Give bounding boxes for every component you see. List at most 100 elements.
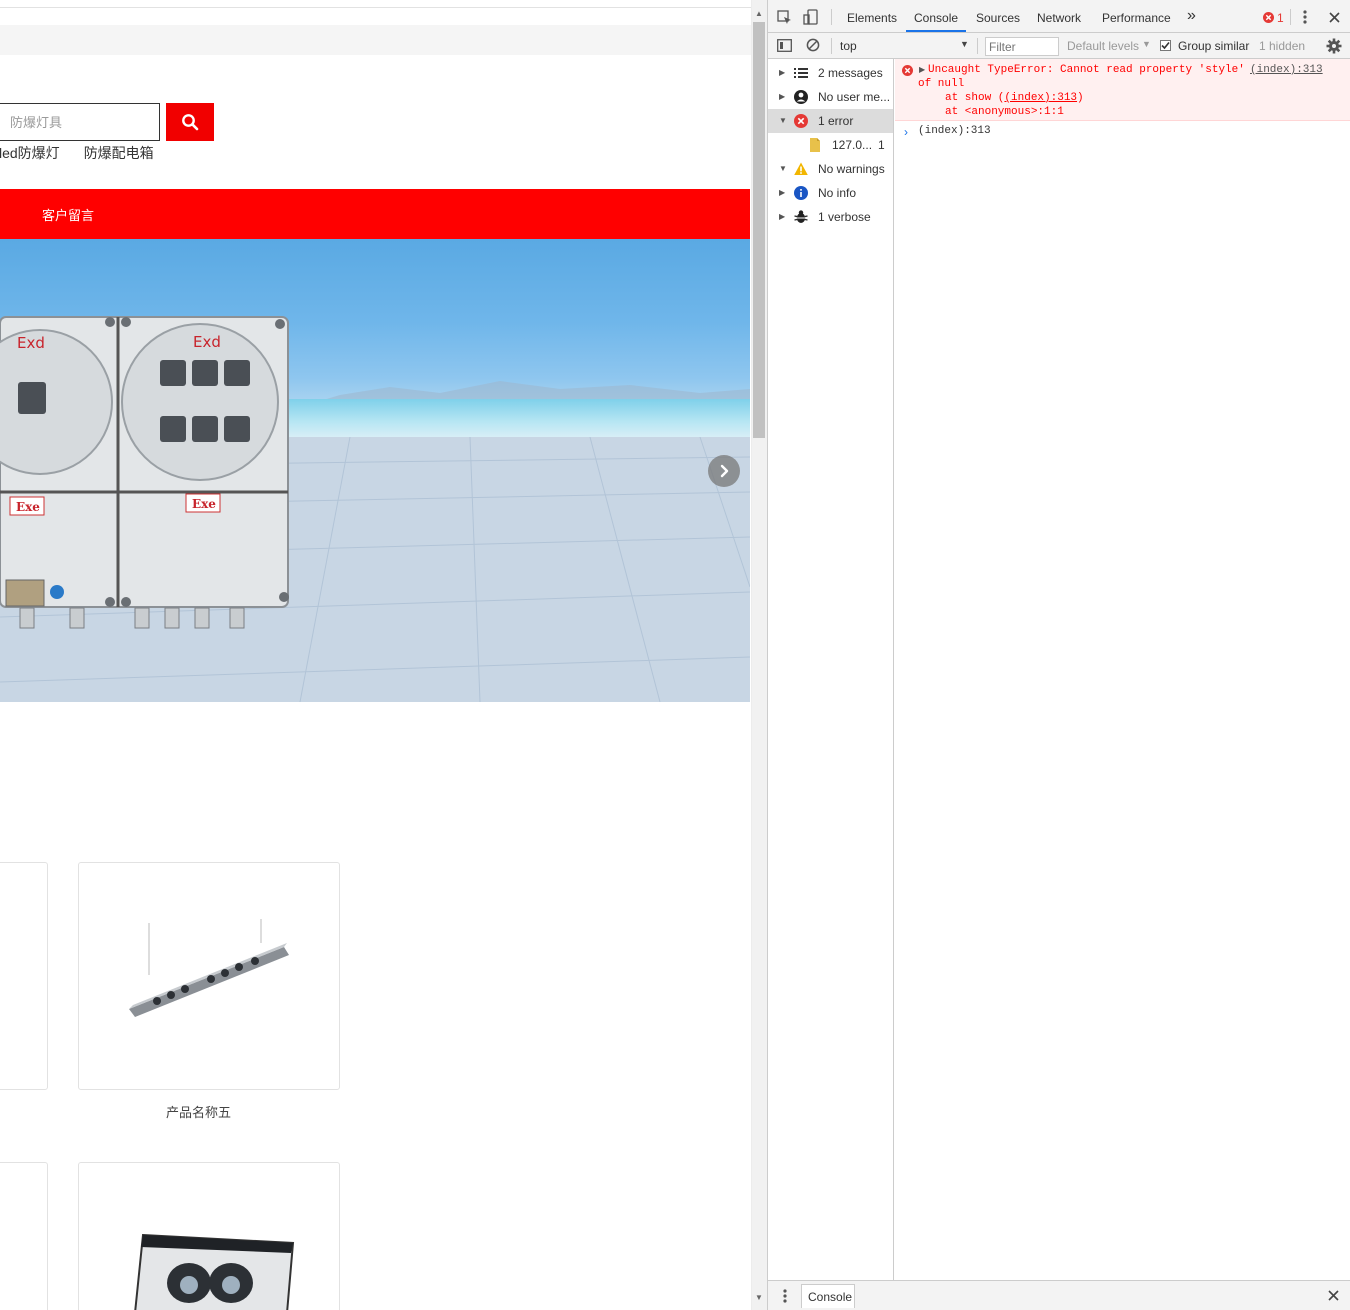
group-similar-checkbox[interactable]	[1160, 40, 1171, 51]
error-icon	[794, 114, 808, 128]
tab-network[interactable]: Network	[1037, 11, 1081, 25]
hot-search-words: led防爆灯 防爆配电箱	[0, 143, 154, 161]
filter-input[interactable]	[985, 37, 1059, 56]
chevron-right-icon	[720, 464, 729, 478]
sidebar-item-warnings[interactable]: ▼ No warnings	[768, 157, 893, 181]
sidebar-item-source-file[interactable]: 127.0... 1	[768, 133, 893, 157]
group-similar-label[interactable]: Group similar	[1178, 39, 1249, 53]
checkmark-icon	[1161, 41, 1170, 50]
sidebar-item-label: No warnings	[818, 162, 885, 176]
expand-arrow-icon[interactable]: ▶	[919, 65, 925, 74]
error-message-text-cont: of null	[918, 78, 965, 90]
stack-frame-text: )	[1077, 92, 1084, 104]
product-image-linear-light	[129, 919, 289, 1017]
sidebar-item-label: No info	[818, 186, 857, 200]
expand-arrow-icon[interactable]: ▶	[779, 188, 785, 197]
product-card[interactable]	[78, 862, 340, 1090]
banner-label-exe: Exe	[192, 497, 216, 511]
error-count-icon[interactable]	[1263, 12, 1274, 23]
sidebar-item-messages[interactable]: ▶ 2 messages	[768, 61, 893, 85]
stack-frame-link[interactable]: (index):313	[1004, 92, 1077, 104]
product-caption[interactable]: 产品名称五	[166, 1102, 231, 1121]
warning-icon	[794, 162, 808, 175]
hidden-count: 1 hidden	[1259, 39, 1306, 53]
devtools-tab-bar: Elements Console Sources Network Perform…	[768, 0, 1350, 33]
nav-item-guestbook[interactable]: 客户留言	[42, 205, 94, 224]
bug-icon	[794, 210, 808, 223]
tab-console[interactable]: Console	[914, 11, 958, 25]
sidebar-item-errors[interactable]: ▼ 1 error	[768, 109, 893, 133]
banner-next-button[interactable]	[708, 455, 740, 487]
close-drawer-icon[interactable]	[1328, 1290, 1339, 1301]
search-button[interactable]	[166, 103, 214, 141]
page-scrollbar-thumb[interactable]	[753, 22, 765, 438]
hot-word-link[interactable]: led防爆灯	[0, 143, 60, 163]
expand-arrow-icon[interactable]: ▶	[779, 92, 785, 101]
sidebar-item-count: 1	[878, 138, 885, 152]
main-nav: 客户留言	[0, 189, 750, 239]
sidebar-item-label: 1 error	[818, 114, 854, 128]
devtools-drawer: Console	[768, 1280, 1350, 1310]
stack-frame: at show ((index):313)	[945, 92, 1084, 104]
tab-elements[interactable]: Elements	[847, 11, 897, 25]
kebab-menu-icon[interactable]	[1303, 10, 1307, 24]
console-error-message[interactable]: ▶ Uncaught TypeError: Cannot read proper…	[895, 59, 1350, 121]
tab-sources[interactable]: Sources	[976, 11, 1020, 25]
scroll-up-arrow-icon[interactable]: ▲	[755, 10, 763, 18]
sidebar-item-info[interactable]: ▶ No info	[768, 181, 893, 205]
stack-frame: at <anonymous>:1:1	[945, 106, 1064, 118]
drawer-tab-console[interactable]: Console	[801, 1284, 855, 1308]
scroll-down-arrow-icon[interactable]: ▼	[755, 1294, 763, 1302]
sidebar-toggle-icon[interactable]	[777, 39, 792, 52]
console-toolbar: top ▼ Default levels ▼ Group similar 1 h…	[768, 33, 1350, 59]
sidebar-item-label: No user me...	[818, 90, 891, 104]
chevron-down-icon[interactable]: ▼	[1142, 39, 1151, 49]
expand-arrow-icon[interactable]: ▶	[779, 212, 785, 221]
sidebar-item-label: 1 verbose	[818, 210, 871, 224]
collapse-arrow-icon[interactable]: ▼	[779, 116, 787, 125]
banner-label-exd: Exd	[193, 333, 221, 351]
active-tab-indicator	[906, 30, 966, 32]
error-message-text: Uncaught TypeError: Cannot read property…	[928, 64, 1245, 76]
banner-label-exd: Exd	[17, 334, 45, 352]
error-source-link[interactable]: (index):313	[1250, 64, 1323, 76]
hero-banner: Exd Exd Exe Exe	[0, 239, 750, 702]
inspect-element-icon[interactable]	[777, 10, 792, 25]
more-tabs-button[interactable]: »	[1187, 7, 1196, 25]
banner-sea	[250, 399, 750, 437]
kebab-menu-icon[interactable]	[783, 1289, 787, 1303]
sidebar-item-label: 2 messages	[818, 66, 883, 80]
info-icon	[794, 186, 808, 200]
product-card[interactable]	[78, 1162, 340, 1310]
stack-frame-text: at show (	[945, 92, 1005, 104]
log-levels-dropdown[interactable]: Default levels	[1067, 39, 1139, 53]
chevron-down-icon[interactable]: ▼	[960, 39, 969, 49]
result-arrow-icon: ›	[904, 125, 908, 139]
devtools-panel: Elements Console Sources Network Perform…	[767, 0, 1350, 1310]
settings-gear-icon[interactable]	[1326, 38, 1342, 54]
sidebar-item-user-messages[interactable]: ▶ No user me...	[768, 85, 893, 109]
console-result-line: (index):313	[918, 125, 991, 137]
clear-console-icon[interactable]	[806, 38, 820, 52]
sidebar-item-label: 127.0...	[832, 138, 873, 152]
file-icon	[810, 138, 820, 152]
expand-arrow-icon[interactable]: ▶	[779, 68, 785, 77]
product-card[interactable]	[0, 862, 48, 1090]
console-sidebar: ▶ 2 messages ▶ No user me... ▼ 1 error 1…	[768, 59, 894, 1280]
website-viewport: led防爆灯 防爆配电箱 客户留言	[0, 0, 751, 1310]
tab-performance[interactable]: Performance	[1102, 11, 1171, 25]
top-divider	[0, 7, 751, 8]
collapse-arrow-icon[interactable]: ▼	[779, 164, 787, 173]
search-input[interactable]	[0, 103, 160, 141]
top-bar	[0, 25, 751, 55]
error-count[interactable]: 1	[1277, 11, 1284, 25]
context-selector[interactable]: top	[840, 39, 857, 53]
sidebar-item-verbose[interactable]: ▶ 1 verbose	[768, 205, 893, 229]
product-card[interactable]	[0, 1162, 48, 1310]
product-image-grille-light	[134, 1233, 295, 1310]
hot-word-link[interactable]: 防爆配电箱	[84, 143, 154, 163]
user-icon	[794, 90, 808, 104]
close-icon[interactable]	[1329, 12, 1340, 23]
banner-label-exe: Exe	[16, 500, 40, 514]
device-toolbar-icon[interactable]	[803, 9, 819, 25]
